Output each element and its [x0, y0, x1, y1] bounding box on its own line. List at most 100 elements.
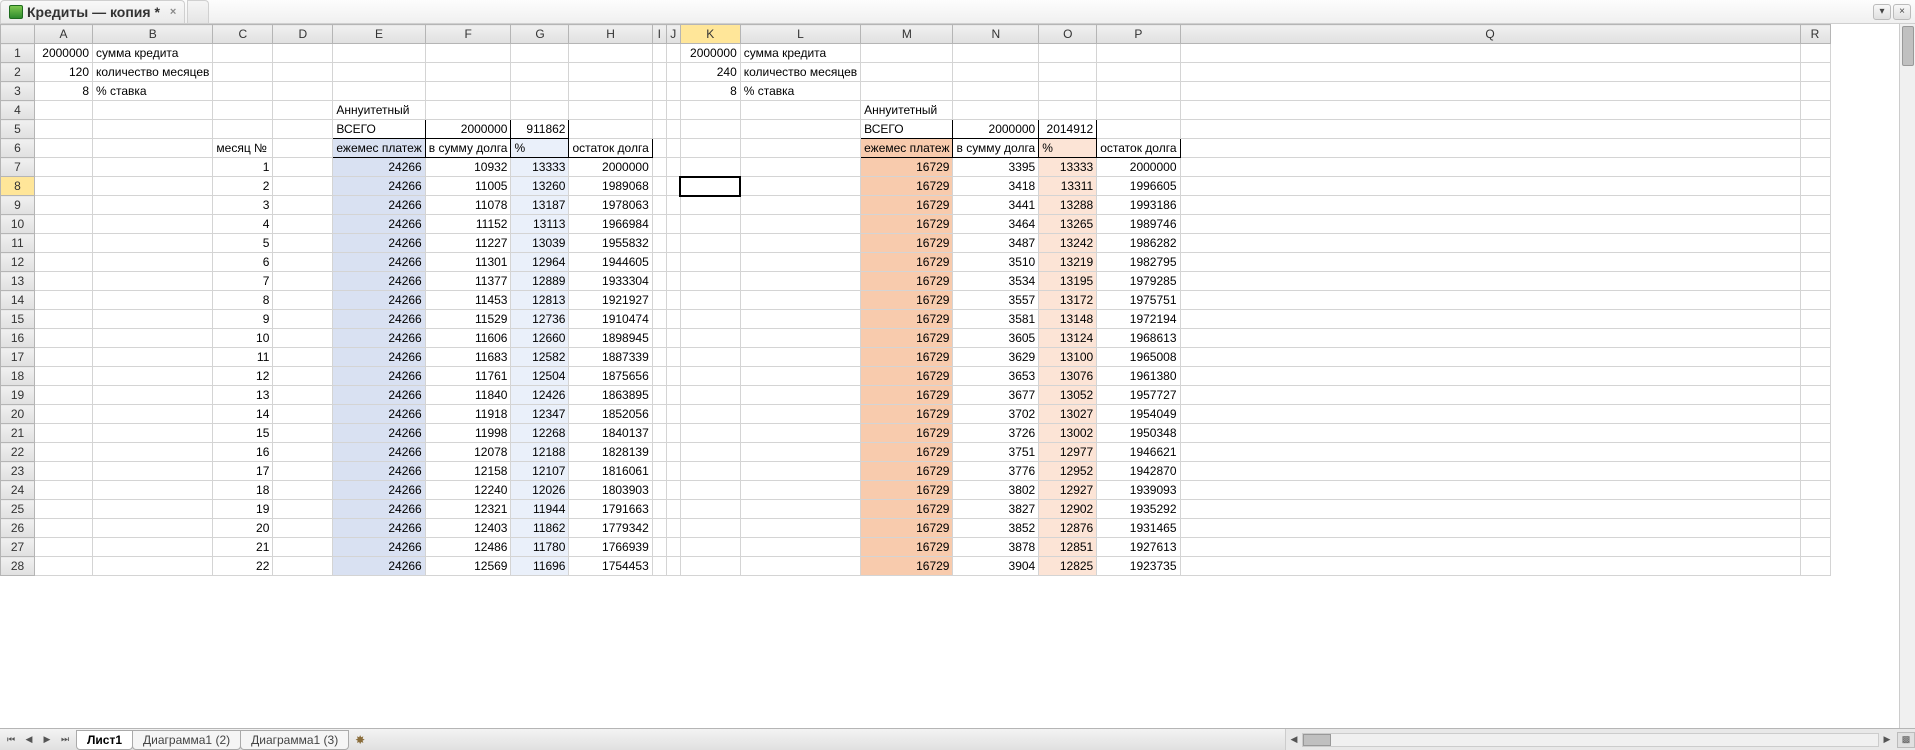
col-header-D[interactable]: D: [273, 25, 333, 44]
cell-D3[interactable]: [273, 82, 333, 101]
cell-P28[interactable]: 1923735: [1097, 557, 1180, 576]
cell-H23[interactable]: 1816061: [569, 462, 652, 481]
cell-M18[interactable]: 16729: [861, 367, 953, 386]
cell-B5[interactable]: [93, 120, 213, 139]
cell-I23[interactable]: [652, 462, 666, 481]
cell-A24[interactable]: [35, 481, 93, 500]
cell-L27[interactable]: [740, 538, 860, 557]
cell-H5[interactable]: [569, 120, 652, 139]
cell-L9[interactable]: [740, 196, 860, 215]
hscroll-left[interactable]: ◀: [1286, 734, 1302, 745]
cell-H19[interactable]: 1863895: [569, 386, 652, 405]
cell-K21[interactable]: [680, 424, 740, 443]
cell-F19[interactable]: 11840: [425, 386, 511, 405]
cell-P4[interactable]: [1097, 101, 1180, 120]
cell-D1[interactable]: [273, 44, 333, 63]
cell-I2[interactable]: [652, 63, 666, 82]
cell-B7[interactable]: [93, 158, 213, 177]
cell-N15[interactable]: 3581: [953, 310, 1039, 329]
cell-P16[interactable]: 1968613: [1097, 329, 1180, 348]
cell-A14[interactable]: [35, 291, 93, 310]
cell-K16[interactable]: [680, 329, 740, 348]
hscroll-thumb[interactable]: [1303, 734, 1331, 746]
cell-Q20[interactable]: [1180, 405, 1800, 424]
cell-N14[interactable]: 3557: [953, 291, 1039, 310]
cell-E20[interactable]: 24266: [333, 405, 425, 424]
cell-Q23[interactable]: [1180, 462, 1800, 481]
cell-E13[interactable]: 24266: [333, 272, 425, 291]
cell-K8[interactable]: [680, 177, 740, 196]
cell-F16[interactable]: 11606: [425, 329, 511, 348]
cell-N11[interactable]: 3487: [953, 234, 1039, 253]
cell-B18[interactable]: [93, 367, 213, 386]
cell-E24[interactable]: 24266: [333, 481, 425, 500]
col-header-H[interactable]: H: [569, 25, 652, 44]
cell-L22[interactable]: [740, 443, 860, 462]
row-header-20[interactable]: 20: [1, 405, 35, 424]
cell-I11[interactable]: [652, 234, 666, 253]
sheet-nav-last[interactable]: ⏭: [56, 731, 74, 749]
cell-H14[interactable]: 1921927: [569, 291, 652, 310]
close-document-button[interactable]: ×: [1893, 4, 1911, 20]
cell-N12[interactable]: 3510: [953, 253, 1039, 272]
cell-J13[interactable]: [666, 272, 680, 291]
cell-P8[interactable]: 1996605: [1097, 177, 1180, 196]
row-header-8[interactable]: 8: [1, 177, 35, 196]
cell-I21[interactable]: [652, 424, 666, 443]
cell-N20[interactable]: 3702: [953, 405, 1039, 424]
cell-L12[interactable]: [740, 253, 860, 272]
cell-J8[interactable]: [666, 177, 680, 196]
cell-E21[interactable]: 24266: [333, 424, 425, 443]
cell-E10[interactable]: 24266: [333, 215, 425, 234]
cell-B24[interactable]: [93, 481, 213, 500]
cell-H4[interactable]: [569, 101, 652, 120]
cell-I10[interactable]: [652, 215, 666, 234]
cell-I6[interactable]: [652, 139, 666, 158]
cell-A13[interactable]: [35, 272, 93, 291]
cell-I5[interactable]: [652, 120, 666, 139]
cell-F13[interactable]: 11377: [425, 272, 511, 291]
cell-I13[interactable]: [652, 272, 666, 291]
cell-F21[interactable]: 11998: [425, 424, 511, 443]
row-header-19[interactable]: 19: [1, 386, 35, 405]
cell-R11[interactable]: [1800, 234, 1830, 253]
cell-B27[interactable]: [93, 538, 213, 557]
cell-E6[interactable]: ежемес платеж: [333, 139, 425, 158]
cell-C23[interactable]: 17: [213, 462, 273, 481]
cell-L3[interactable]: % ставка: [740, 82, 860, 101]
cell-A11[interactable]: [35, 234, 93, 253]
cell-G25[interactable]: 11944: [511, 500, 569, 519]
row-header-16[interactable]: 16: [1, 329, 35, 348]
cell-I3[interactable]: [652, 82, 666, 101]
cell-C28[interactable]: 22: [213, 557, 273, 576]
cell-C5[interactable]: [213, 120, 273, 139]
cell-B11[interactable]: [93, 234, 213, 253]
cell-L6[interactable]: [740, 139, 860, 158]
cell-A22[interactable]: [35, 443, 93, 462]
cell-M1[interactable]: [861, 44, 953, 63]
cell-O5[interactable]: 2014912: [1039, 120, 1097, 139]
cell-K10[interactable]: [680, 215, 740, 234]
cell-Q7[interactable]: [1180, 158, 1800, 177]
cell-I14[interactable]: [652, 291, 666, 310]
cell-N13[interactable]: 3534: [953, 272, 1039, 291]
cell-P14[interactable]: 1975751: [1097, 291, 1180, 310]
row-header-26[interactable]: 26: [1, 519, 35, 538]
cell-M5[interactable]: ВСЕГО: [861, 120, 953, 139]
cell-M21[interactable]: 16729: [861, 424, 953, 443]
cell-E26[interactable]: 24266: [333, 519, 425, 538]
cell-K24[interactable]: [680, 481, 740, 500]
row-header-25[interactable]: 25: [1, 500, 35, 519]
cell-J5[interactable]: [666, 120, 680, 139]
cell-P11[interactable]: 1986282: [1097, 234, 1180, 253]
cell-B4[interactable]: [93, 101, 213, 120]
cell-F12[interactable]: 11301: [425, 253, 511, 272]
cell-D6[interactable]: [273, 139, 333, 158]
row-header-3[interactable]: 3: [1, 82, 35, 101]
cell-L10[interactable]: [740, 215, 860, 234]
cell-G13[interactable]: 12889: [511, 272, 569, 291]
cell-N2[interactable]: [953, 63, 1039, 82]
cell-C2[interactable]: [213, 63, 273, 82]
cell-I9[interactable]: [652, 196, 666, 215]
cell-G18[interactable]: 12504: [511, 367, 569, 386]
